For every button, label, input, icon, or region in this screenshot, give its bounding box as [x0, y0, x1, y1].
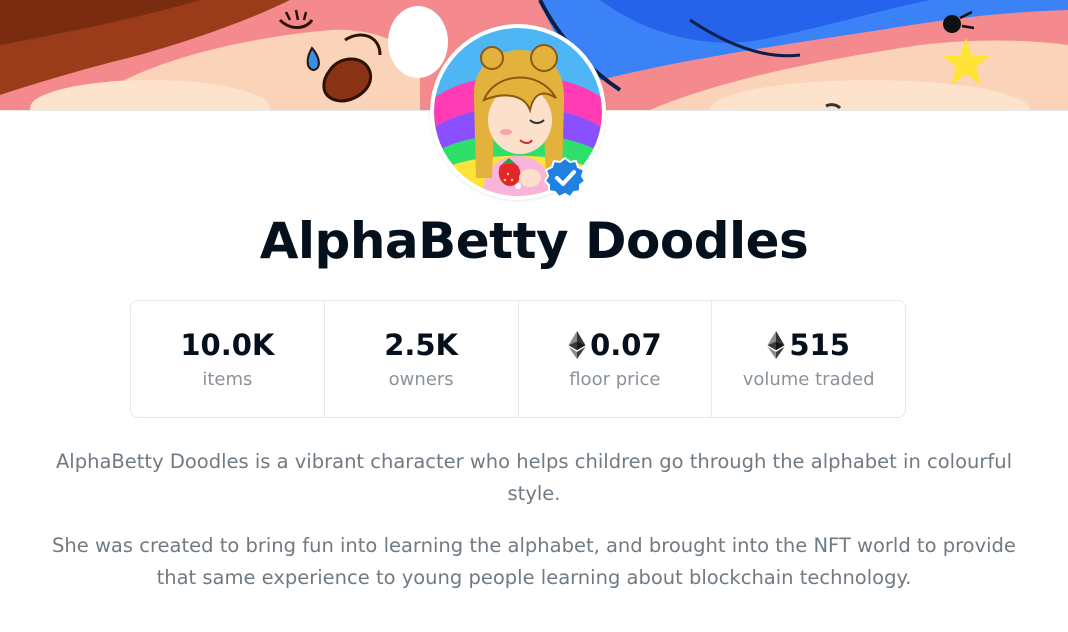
- stat-owners-number: 2.5K: [384, 328, 459, 362]
- collection-stats: 10.0K items 2.5K owners 0.07 floor price…: [130, 300, 906, 418]
- stat-owners-label: owners: [388, 369, 454, 390]
- collection-description-paragraph-2: She was created to bring fun into learni…: [52, 534, 1016, 589]
- stat-volume-traded-label: volume traded: [742, 369, 875, 390]
- stat-items[interactable]: 10.0K items: [131, 301, 325, 417]
- collection-title: AlphaBetty Doodles: [259, 212, 809, 270]
- stat-floor-price[interactable]: 0.07 floor price: [519, 301, 713, 417]
- stat-items-label: items: [202, 369, 253, 390]
- stat-owners[interactable]: 2.5K owners: [325, 301, 519, 417]
- stat-volume-traded-value: 515: [767, 326, 850, 364]
- collection-description-paragraph-1: AlphaBetty Doodles is a vibrant characte…: [55, 450, 1013, 505]
- collection-page: AlphaBetty Doodles 10.0K items 2.5K owne…: [0, 0, 1068, 632]
- stat-items-number: 10.0K: [180, 328, 275, 362]
- stat-floor-price-number: 0.07: [590, 328, 662, 362]
- verified-badge-icon: [544, 157, 586, 199]
- collection-avatar[interactable]: [432, 26, 604, 199]
- stat-owners-value: 2.5K: [384, 326, 458, 364]
- stat-items-value: 10.0K: [180, 326, 274, 364]
- stat-floor-price-value: 0.07: [568, 326, 662, 364]
- ethereum-icon: [767, 331, 785, 359]
- stat-volume-traded-number: 515: [789, 328, 850, 362]
- stat-floor-price-label: floor price: [569, 369, 661, 390]
- stat-volume-traded[interactable]: 515 volume traded: [712, 301, 905, 417]
- ethereum-icon: [568, 331, 586, 359]
